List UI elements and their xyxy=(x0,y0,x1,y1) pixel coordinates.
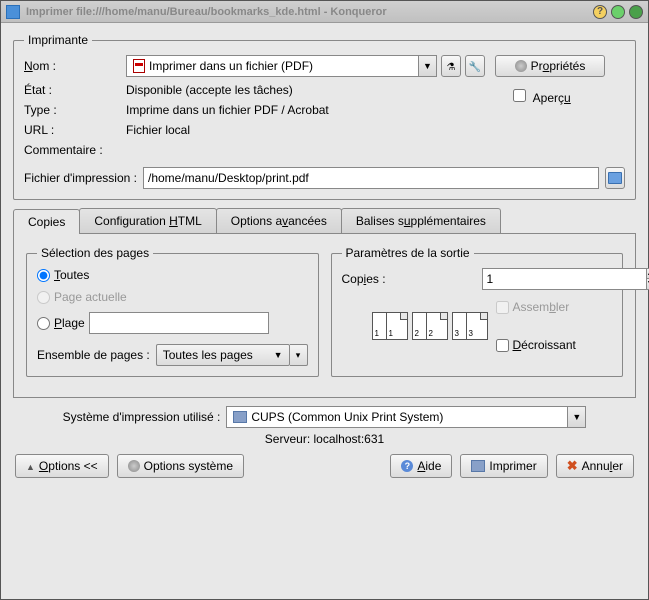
radio-range-row[interactable]: Plage xyxy=(37,312,308,334)
printer-legend: Imprimante xyxy=(24,33,92,47)
page-set-value: Toutes les pages xyxy=(163,348,253,362)
print-system-dropdown[interactable]: CUPS (Common Unix Print System) ▼ xyxy=(226,406,586,428)
app-icon xyxy=(6,5,20,19)
radio-current xyxy=(37,291,50,304)
titlebar: Imprimer file:///home/manu/Bureau/bookma… xyxy=(1,1,648,23)
tab-advanced[interactable]: Options avancées xyxy=(216,208,342,233)
system-options-button[interactable]: Options système xyxy=(117,454,244,478)
radio-range[interactable] xyxy=(37,317,50,330)
preview-checkbox[interactable] xyxy=(513,89,526,102)
print-label: Imprimer xyxy=(489,459,536,473)
preview-label: Aperçu xyxy=(533,91,571,105)
options-toggle-label: Options << xyxy=(39,459,98,473)
gear-icon xyxy=(128,460,140,472)
x-icon: ✖ xyxy=(567,458,578,474)
chevron-down-icon: ▼ xyxy=(567,407,585,427)
page-set-dropdown[interactable]: Toutes les pages ▼ ▾ xyxy=(156,344,308,366)
wrench-icon xyxy=(469,59,481,73)
name-label: Nom : xyxy=(24,59,126,73)
help-icon: ? xyxy=(401,460,413,472)
output-params-legend: Paramètres de la sortie xyxy=(342,246,474,260)
window-title: Imprimer file:///home/manu/Bureau/bookma… xyxy=(26,6,589,18)
cancel-button[interactable]: ✖ Annuler xyxy=(556,454,634,478)
filter-icon xyxy=(447,59,456,73)
state-label: État : xyxy=(24,83,126,97)
printer-name-value: Imprimer dans un fichier (PDF) xyxy=(149,59,313,73)
reverse-row[interactable]: Décroissant xyxy=(496,338,576,352)
radio-all[interactable] xyxy=(37,269,50,282)
wrench-button[interactable] xyxy=(465,55,485,77)
radio-range-label: Plage xyxy=(54,316,85,330)
page-selection-legend: Sélection des pages xyxy=(37,246,153,260)
output-params-group: Paramètres de la sortie Copies : ▲ ▼ 1 xyxy=(331,246,624,377)
printer-name-dropdown[interactable]: Imprimer dans un fichier (PDF) ▼ xyxy=(126,55,437,77)
tab-panel-copies: Sélection des pages Toutes Page actuelle… xyxy=(13,233,636,398)
filter-button[interactable] xyxy=(441,55,461,77)
printer-icon xyxy=(471,460,485,472)
print-system-label: Système d'impression utilisé : xyxy=(63,410,221,424)
preview-checkbox-row[interactable]: Aperçu xyxy=(513,89,571,105)
print-system-value: CUPS (Common Unix Print System) xyxy=(251,410,443,424)
tabs: Copies Configuration HTML Options avancé… xyxy=(13,208,636,233)
browse-button[interactable] xyxy=(605,167,625,189)
properties-label: Propriétés xyxy=(531,59,586,73)
type-label: Type : xyxy=(24,103,126,117)
output-file-input[interactable] xyxy=(143,167,599,189)
minimize-window-button[interactable] xyxy=(611,5,625,19)
page-set-label: Ensemble de pages : xyxy=(37,348,150,362)
printer-icon xyxy=(233,411,247,423)
url-label: URL : xyxy=(24,123,126,137)
collate-row: Assembler xyxy=(496,300,576,314)
output-file-label: Fichier d'impression : xyxy=(24,171,137,185)
comment-label: Commentaire : xyxy=(24,143,103,157)
collate-label: Assembler xyxy=(513,300,570,314)
tab-copies[interactable]: Copies xyxy=(13,209,80,234)
help-window-button[interactable]: ? xyxy=(593,5,607,19)
reverse-checkbox[interactable] xyxy=(496,339,509,352)
chevron-down-icon: ▼ xyxy=(274,350,283,360)
copies-input[interactable] xyxy=(482,268,646,290)
footer-buttons: Options << Options système ? Aide Imprim… xyxy=(13,454,636,478)
cancel-label: Annuler xyxy=(582,459,623,473)
print-button[interactable]: Imprimer xyxy=(460,454,547,478)
url-value: Fichier local xyxy=(126,123,190,137)
help-button[interactable]: ? Aide xyxy=(390,454,452,478)
gear-icon xyxy=(515,60,527,72)
server-info: Serveur: localhost:631 xyxy=(13,432,636,446)
collate-illustration: 1 1 2 2 3 3 xyxy=(372,306,488,346)
tab-html-config[interactable]: Configuration HTML xyxy=(79,208,216,233)
properties-button[interactable]: Propriétés xyxy=(495,55,605,77)
close-window-button[interactable] xyxy=(629,5,643,19)
arrow-up-icon xyxy=(26,459,35,473)
help-label: Aide xyxy=(417,459,441,473)
pdf-icon xyxy=(133,59,145,73)
tab-extra-tags[interactable]: Balises supplémentaires xyxy=(341,208,501,233)
reverse-label: Décroissant xyxy=(513,338,576,352)
radio-all-row[interactable]: Toutes xyxy=(37,268,308,282)
type-value: Imprime dans un fichier PDF / Acrobat xyxy=(126,103,329,117)
collate-checkbox xyxy=(496,301,509,314)
range-input[interactable] xyxy=(89,312,269,334)
copies-label: Copies : xyxy=(342,272,482,286)
folder-icon xyxy=(608,172,622,184)
state-value: Disponible (accepte les tâches) xyxy=(126,83,293,97)
chevron-down-icon: ▼ xyxy=(418,56,436,76)
radio-all-label: Toutes xyxy=(54,268,89,282)
chevron-down-icon[interactable]: ▾ xyxy=(290,344,308,366)
copies-spinner[interactable]: ▲ ▼ xyxy=(482,268,602,290)
page-selection-group: Sélection des pages Toutes Page actuelle… xyxy=(26,246,319,377)
options-toggle-button[interactable]: Options << xyxy=(15,454,109,478)
radio-current-row: Page actuelle xyxy=(37,290,308,304)
printer-group: Imprimante Nom : Imprimer dans un fichie… xyxy=(13,33,636,200)
radio-current-label: Page actuelle xyxy=(54,290,127,304)
system-options-label: Options système xyxy=(144,459,233,473)
